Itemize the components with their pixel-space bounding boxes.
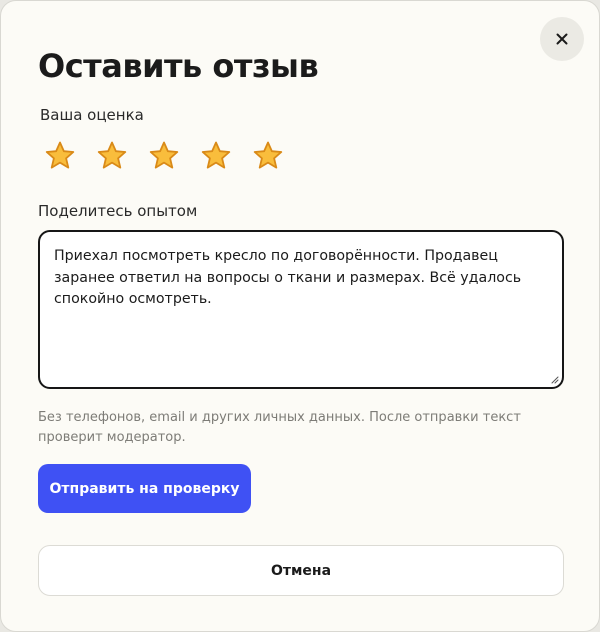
- star-icon[interactable]: [148, 140, 180, 172]
- star-icon[interactable]: [200, 140, 232, 172]
- moderation-hint: Без телефонов, email и других личных дан…: [38, 410, 521, 445]
- experience-label: Поделитесь опытом: [38, 202, 198, 220]
- close-button[interactable]: [540, 17, 584, 61]
- dialog-title: Оставить отзыв: [38, 47, 319, 85]
- review-textarea[interactable]: Приехал посмотреть кресло по договорённо…: [40, 232, 562, 387]
- rating-label: Ваша оценка: [40, 106, 144, 124]
- review-textarea-container: Приехал посмотреть кресло по договорённо…: [38, 230, 564, 389]
- close-icon: [556, 33, 568, 45]
- resize-handle-icon[interactable]: [549, 374, 559, 384]
- submit-button[interactable]: Отправить на проверку: [38, 464, 251, 513]
- star-icon[interactable]: [252, 140, 284, 172]
- review-dialog: Оставить отзыв Ваша оценка Поделитесь оп…: [0, 0, 600, 632]
- star-icon[interactable]: [44, 140, 76, 172]
- star-icon[interactable]: [96, 140, 128, 172]
- star-rating: [44, 140, 284, 172]
- cancel-button[interactable]: Отмена: [38, 545, 564, 596]
